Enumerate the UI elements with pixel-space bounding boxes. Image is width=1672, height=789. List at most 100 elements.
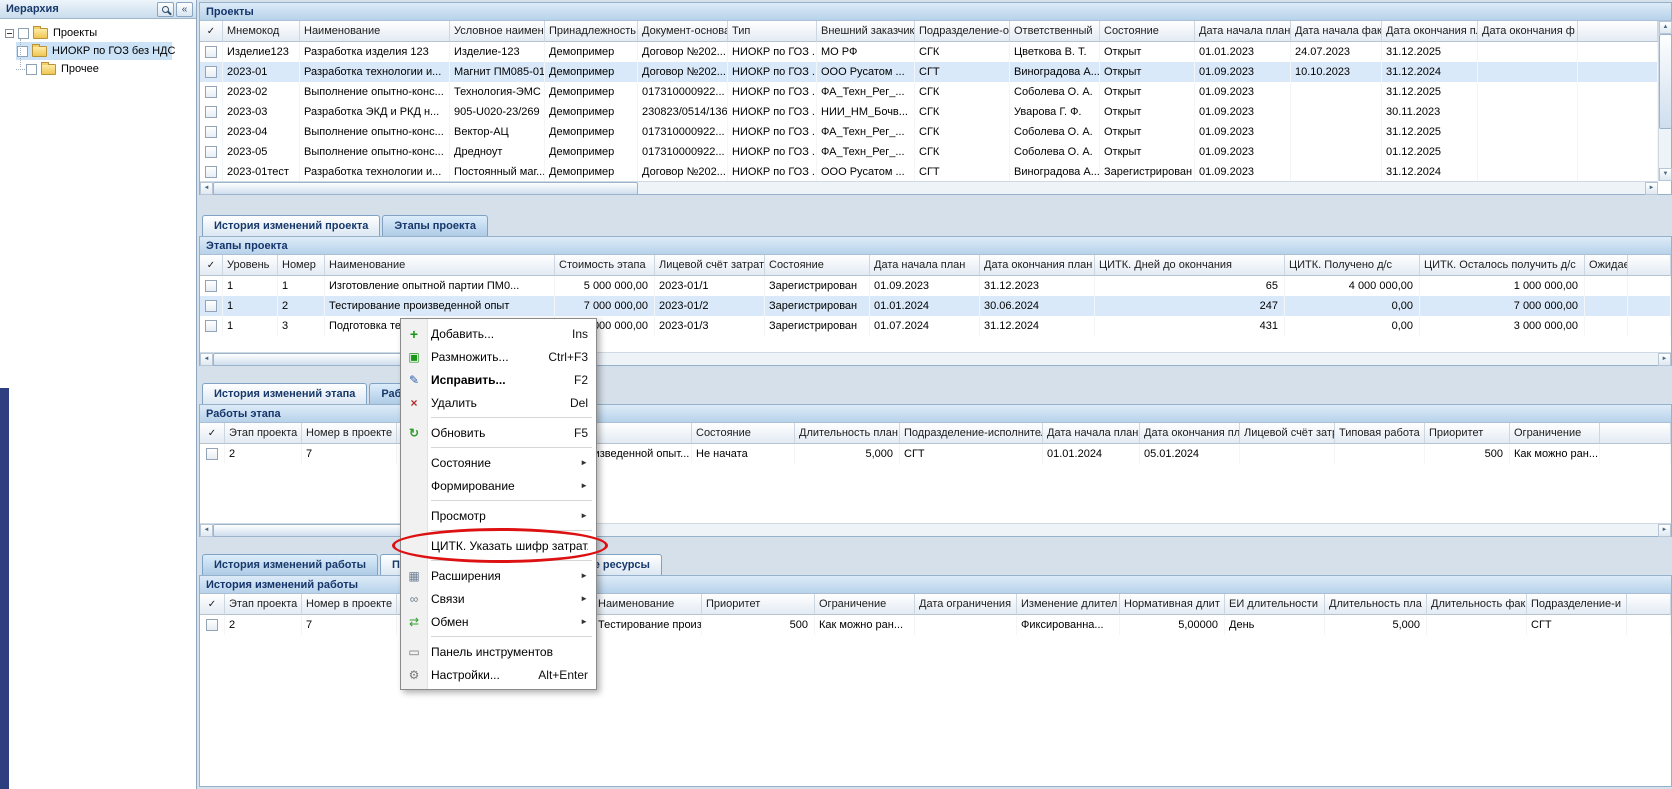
cell[interactable]: Зарегистрирован (765, 316, 870, 336)
cell[interactable]: 2023-02 (223, 82, 300, 102)
row-checkbox[interactable] (205, 280, 217, 292)
column-header[interactable]: ЦИТК. Осталось получить д/с (1420, 255, 1585, 276)
tree-node-checkbox[interactable] (17, 46, 28, 57)
cell[interactable]: СГК (915, 122, 1010, 142)
column-header[interactable]: Этап проекта (225, 594, 302, 615)
column-header[interactable]: Дата начала факт (1291, 21, 1382, 42)
checkbox-cell[interactable] (200, 615, 225, 635)
cell[interactable]: Как можно ран... (815, 615, 915, 635)
column-header[interactable]: Лицевой счёт затрат: (655, 255, 765, 276)
column-header[interactable]: Приоритет (702, 594, 815, 615)
cell[interactable]: НИИ_НМ_Бочв... (817, 102, 915, 122)
cell[interactable]: СГТ (915, 162, 1010, 181)
cell[interactable]: 2023-01 (223, 62, 300, 82)
cell[interactable]: 7 000 000,00 (555, 296, 655, 316)
menu-item[interactable]: ⇄Обмен► (401, 610, 596, 633)
tree-node-checkbox[interactable] (18, 28, 29, 39)
menu-item[interactable]: ✎Исправить...F2 (401, 368, 596, 391)
cell[interactable]: Цветкова В. Т. (1010, 42, 1100, 62)
column-header[interactable]: ЦИТК. Дней до окончания (1095, 255, 1285, 276)
cell[interactable]: Договор №202... (638, 42, 728, 62)
cell[interactable]: СГК (915, 82, 1010, 102)
cell[interactable]: Демопример (545, 82, 638, 102)
cell[interactable]: Зарегистрирован (1100, 162, 1195, 181)
cell[interactable]: Открыт (1100, 62, 1195, 82)
column-header[interactable]: Дата окончания план (980, 255, 1095, 276)
cell[interactable]: 2023-01тест (223, 162, 300, 181)
cell[interactable]: Разработка изделия 123 (300, 42, 450, 62)
cell[interactable]: Уварова Г. Ф. (1010, 102, 1100, 122)
scroll-right-button[interactable]: ► (1658, 353, 1671, 366)
row-checkbox[interactable] (205, 320, 217, 332)
column-header[interactable]: Подразделение-и (1527, 594, 1627, 615)
cell[interactable]: СГТ (915, 62, 1010, 82)
cell[interactable]: Демопример (545, 122, 638, 142)
cell[interactable]: Открыт (1100, 142, 1195, 162)
menu-item[interactable]: ×УдалитьDel (401, 391, 596, 414)
cell[interactable]: 2 (225, 444, 302, 464)
cell[interactable]: НИОКР по ГОЗ ... (728, 162, 817, 181)
cell[interactable]: 5,000 (1325, 615, 1427, 635)
cell[interactable]: Как можно ран... (1510, 444, 1600, 464)
cell[interactable]: Фиксированна... (1017, 615, 1120, 635)
cell[interactable]: 1 (223, 276, 278, 296)
cell[interactable]: 31.12.2024 (1382, 62, 1478, 82)
cell[interactable]: 2 (278, 296, 325, 316)
cell[interactable]: Разработка технологии и... (300, 62, 450, 82)
cell[interactable]: 230823/0514/136 (638, 102, 728, 122)
cell[interactable]: 7 000 000,00 (1420, 296, 1585, 316)
cell[interactable]: Договор №202... (638, 162, 728, 181)
cell[interactable]: Соболева О. А. (1010, 122, 1100, 142)
cell[interactable]: 1 (223, 316, 278, 336)
tree-node-checkbox[interactable] (26, 64, 37, 75)
column-header[interactable]: Номер в проекте (302, 594, 397, 615)
cell[interactable]: Открыт (1100, 42, 1195, 62)
cell[interactable]: 2023-05 (223, 142, 300, 162)
column-header[interactable]: Состояние (692, 423, 795, 444)
select-all-header[interactable]: ✓ (200, 255, 223, 276)
row-checkbox[interactable] (205, 106, 217, 118)
scroll-up-button[interactable]: ▲ (1659, 21, 1672, 34)
column-header[interactable]: Подразделение-исполнитель. (900, 423, 1043, 444)
cell[interactable]: ФА_Техн_Рег_... (817, 82, 915, 102)
cell[interactable] (1291, 142, 1382, 162)
cell[interactable]: 30.06.2024 (980, 296, 1095, 316)
cell[interactable]: Изделие123 (223, 42, 300, 62)
cell[interactable]: 31.12.2024 (1382, 162, 1478, 181)
menu-item[interactable]: ▣Размножить...Ctrl+F3 (401, 345, 596, 368)
scroll-down-button[interactable]: ▼ (1659, 168, 1672, 181)
cell[interactable]: 3 (278, 316, 325, 336)
cell[interactable]: НИОКР по ГОЗ ... (728, 102, 817, 122)
cell[interactable]: Соболева О. А. (1010, 142, 1100, 162)
row-checkbox[interactable] (205, 86, 217, 98)
column-header[interactable]: Документ-основани (638, 21, 728, 42)
cell[interactable]: 500 (702, 615, 815, 635)
cell[interactable]: Демопример (545, 62, 638, 82)
cell[interactable]: Демопример (545, 42, 638, 62)
cell[interactable]: 01.01.2023 (1195, 42, 1291, 62)
checkbox-cell[interactable] (200, 162, 223, 181)
column-header[interactable]: Состояние (1100, 21, 1195, 42)
cell[interactable]: Дредноут (450, 142, 545, 162)
cell[interactable]: 05.01.2024 (1140, 444, 1240, 464)
cell[interactable]: 2023-01/1 (655, 276, 765, 296)
cell[interactable]: 31.12.2024 (980, 316, 1095, 336)
cell[interactable] (1335, 444, 1425, 464)
cell[interactable]: 2023-01/3 (655, 316, 765, 336)
cell[interactable]: 1 (223, 296, 278, 316)
column-header[interactable]: Состояние (765, 255, 870, 276)
cell[interactable]: Демопример (545, 102, 638, 122)
cell[interactable] (1478, 102, 1578, 122)
table-row[interactable]: 2023-03Разработка ЭКД и РКД н...905-U020… (200, 102, 1658, 122)
cell[interactable]: 01.01.2024 (870, 296, 980, 316)
column-header[interactable]: Ограничение (1510, 423, 1600, 444)
tab-0[interactable]: История изменений этапа (202, 383, 367, 404)
cell[interactable] (1291, 82, 1382, 102)
column-header[interactable]: Подразделение-от (915, 21, 1010, 42)
cell[interactable]: 01.12.2025 (1382, 142, 1478, 162)
select-all-header[interactable]: ✓ (200, 423, 225, 444)
cell[interactable] (1478, 82, 1578, 102)
column-header[interactable]: Типовая работа (1335, 423, 1425, 444)
cell[interactable]: СГТ (1527, 615, 1627, 635)
column-header[interactable]: Дата начала план. (1043, 423, 1140, 444)
